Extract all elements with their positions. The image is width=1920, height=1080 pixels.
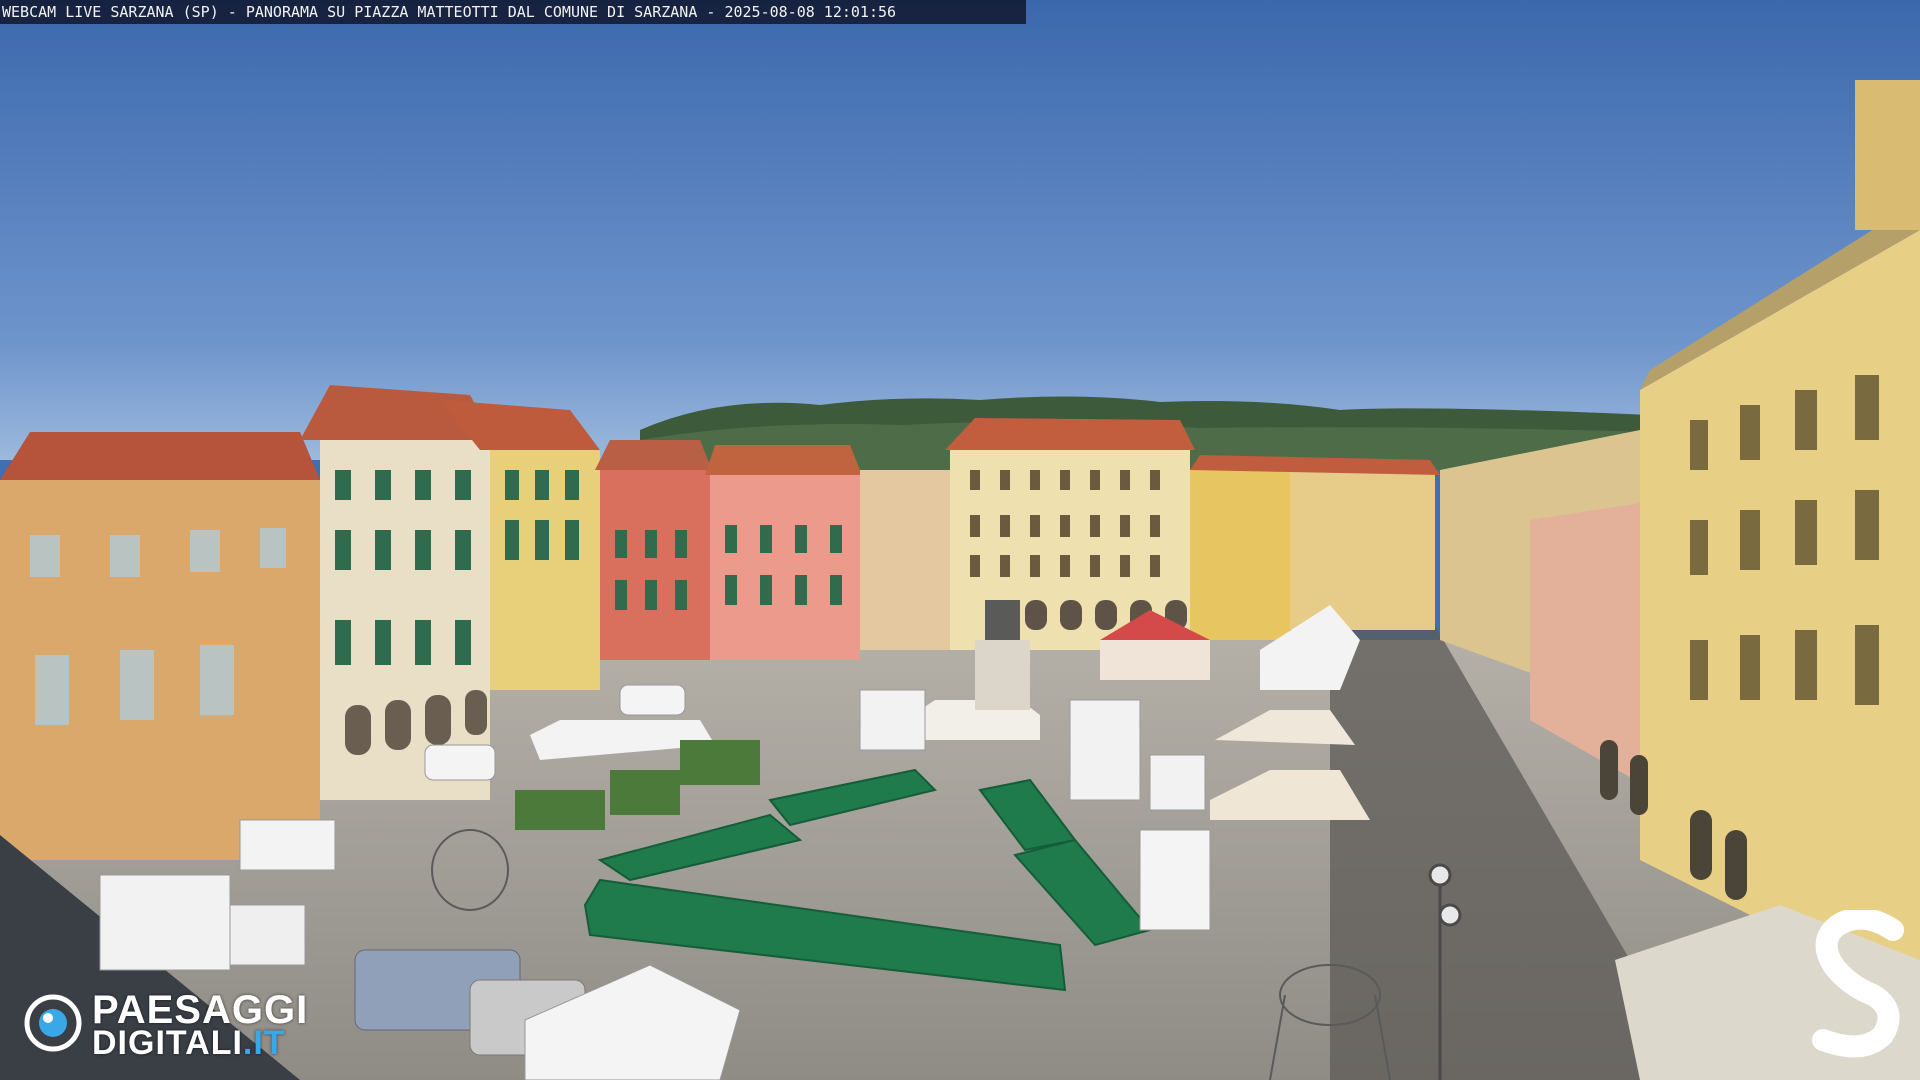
webcam-scene [0, 0, 1920, 1080]
paesaggi-digitali-logo[interactable]: PAESAGGI DIGITALI.IT [24, 988, 344, 1063]
letter-s-logo-icon [1812, 910, 1904, 1058]
webcam-caption: WEBCAM LIVE SARZANA (SP) - PANORAMA SU P… [0, 0, 1026, 24]
logo-line-2-main: DIGITALI [92, 1024, 243, 1062]
sky [0, 0, 1920, 460]
eye-lens-icon [24, 994, 82, 1052]
logo-line-2-accent: .IT [242, 1024, 286, 1062]
logo-line-2: DIGITALI.IT [92, 1024, 286, 1063]
